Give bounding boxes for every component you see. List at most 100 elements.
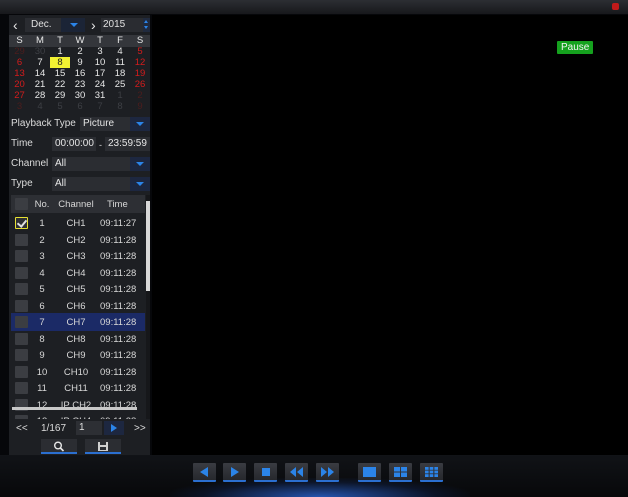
last-page-button[interactable]: >> xyxy=(134,423,146,434)
row-checkbox[interactable] xyxy=(15,250,28,262)
calendar-day-selected[interactable]: 8 xyxy=(50,57,70,68)
calendar-day[interactable]: 6 xyxy=(70,101,90,112)
calendar-day[interactable]: 17 xyxy=(90,68,110,79)
calendar-day[interactable]: 6 xyxy=(9,57,30,68)
playback-type-select[interactable]: Picture xyxy=(80,117,130,131)
calendar-day[interactable]: 28 xyxy=(30,90,50,101)
calendar-day[interactable]: 10 xyxy=(90,57,110,68)
prev-month-button[interactable]: ‹ xyxy=(13,17,18,33)
calendar-day[interactable]: 1 xyxy=(50,46,70,57)
calendar-day[interactable]: 9 xyxy=(70,57,90,68)
calendar-day[interactable]: 12 xyxy=(130,57,150,68)
row-checkbox[interactable] xyxy=(15,299,28,312)
reverse-play-button[interactable] xyxy=(193,463,216,482)
table-row[interactable]: 10 CH10 09:11:28 xyxy=(11,363,145,381)
row-checkbox[interactable] xyxy=(15,283,28,295)
calendar-day[interactable]: 30 xyxy=(70,90,90,101)
save-button[interactable] xyxy=(85,439,121,454)
row-checkbox[interactable] xyxy=(15,332,28,345)
calendar-day[interactable]: 26 xyxy=(130,79,150,90)
select-all-checkbox[interactable] xyxy=(15,198,28,210)
table-row[interactable]: 1 CH1 09:11:27 xyxy=(11,214,145,232)
calendar-day[interactable]: 7 xyxy=(30,57,50,68)
calendar-day[interactable]: 20 xyxy=(9,79,30,90)
scrollbar-thumb[interactable] xyxy=(146,201,150,291)
search-button[interactable] xyxy=(41,439,77,454)
table-row[interactable]: 8 CH8 09:11:28 xyxy=(11,330,145,348)
stop-button[interactable] xyxy=(254,463,277,482)
calendar-day[interactable]: 29 xyxy=(9,46,30,57)
row-checkbox[interactable] xyxy=(15,233,28,246)
calendar-day[interactable]: 5 xyxy=(130,46,150,57)
table-row[interactable]: 13IP CH409:11:28 xyxy=(11,412,145,419)
calendar-day[interactable]: 22 xyxy=(50,79,70,90)
calendar-day[interactable]: 31 xyxy=(90,90,110,101)
table-row[interactable]: 9 CH9 09:11:28 xyxy=(11,346,145,364)
play-button[interactable] xyxy=(223,463,246,482)
calendar-day[interactable]: 8 xyxy=(110,101,130,112)
calendar-day[interactable]: 16 xyxy=(70,68,90,79)
calendar-day[interactable]: 9 xyxy=(130,101,150,112)
table-row[interactable]: 6 CH6 09:11:28 xyxy=(11,297,145,315)
table-row[interactable]: 4 CH4 09:11:28 xyxy=(11,264,145,282)
month-select[interactable]: Dec. xyxy=(25,18,61,32)
time-end-field[interactable]: 23:59:59 xyxy=(105,137,150,151)
calendar-day[interactable]: 4 xyxy=(110,46,130,57)
calendar-day[interactable]: 21 xyxy=(30,79,50,90)
table-row[interactable]: 3 CH3 09:11:28 xyxy=(11,247,145,265)
calendar-day[interactable]: 3 xyxy=(90,46,110,57)
calendar-day[interactable]: 2 xyxy=(70,46,90,57)
calendar-day[interactable]: 25 xyxy=(110,79,130,90)
calendar-day[interactable]: 5 xyxy=(50,101,70,112)
year-field[interactable]: 2015 xyxy=(101,18,143,32)
chevron-down-icon[interactable] xyxy=(61,18,85,32)
year-spinner[interactable] xyxy=(143,18,150,32)
calendar-day[interactable]: 2 xyxy=(130,90,150,101)
calendar-day[interactable]: 27 xyxy=(9,90,30,101)
table-row[interactable]: 2 CH2 09:11:28 xyxy=(11,231,145,249)
next-month-button[interactable]: › xyxy=(91,17,96,33)
close-button[interactable] xyxy=(612,3,619,10)
video-viewport[interactable]: Pause xyxy=(152,15,628,455)
table-row[interactable]: 11 CH11 09:11:28 xyxy=(11,379,145,397)
table-row[interactable]: 5 CH5 09:11:28 xyxy=(11,280,145,298)
calendar-day[interactable]: 1 xyxy=(110,90,130,101)
calendar-day[interactable]: 29 xyxy=(50,90,70,101)
row-checkbox[interactable] xyxy=(15,316,28,328)
time-start-field[interactable]: 00:00:00 xyxy=(52,137,96,151)
channel-select[interactable]: All xyxy=(52,157,130,171)
quad-view-button[interactable] xyxy=(389,463,412,482)
chevron-down-icon[interactable] xyxy=(130,177,150,191)
calendar-day[interactable]: 15 xyxy=(50,68,70,79)
calendar-day[interactable]: 19 xyxy=(130,68,150,79)
calendar-day[interactable]: 30 xyxy=(30,46,50,57)
vertical-scrollbar[interactable] xyxy=(146,195,150,419)
row-checkbox[interactable] xyxy=(15,217,28,229)
go-to-page-button[interactable] xyxy=(104,421,124,435)
calendar-day[interactable]: 23 xyxy=(70,79,90,90)
first-page-button[interactable]: << xyxy=(16,423,28,434)
calendar-day[interactable]: 4 xyxy=(30,101,50,112)
calendar-day[interactable]: 11 xyxy=(110,57,130,68)
horizontal-scrollbar[interactable] xyxy=(12,407,137,410)
nine-view-button[interactable] xyxy=(420,463,443,482)
type-select[interactable]: All xyxy=(52,177,130,191)
rewind-button[interactable] xyxy=(285,463,308,482)
chevron-down-icon[interactable] xyxy=(130,117,150,131)
table-row[interactable]: 12 IP CH2 09:11:28 xyxy=(11,396,145,414)
calendar-day[interactable]: 3 xyxy=(9,101,30,112)
calendar-day[interactable]: 24 xyxy=(90,79,110,90)
row-checkbox[interactable] xyxy=(15,349,28,361)
row-checkbox[interactable] xyxy=(15,365,28,378)
fast-forward-button[interactable] xyxy=(316,463,339,482)
row-checkbox[interactable] xyxy=(15,382,28,394)
table-row[interactable]: 7 CH7 09:11:28 xyxy=(11,313,145,331)
calendar-day[interactable]: 18 xyxy=(110,68,130,79)
calendar-day[interactable]: 14 xyxy=(30,68,50,79)
page-number-input[interactable]: 1 xyxy=(76,421,102,435)
single-view-button[interactable] xyxy=(358,463,381,482)
calendar-day[interactable]: 7 xyxy=(90,101,110,112)
row-checkbox[interactable] xyxy=(15,266,28,279)
chevron-down-icon[interactable] xyxy=(130,157,150,171)
calendar-day[interactable]: 13 xyxy=(9,68,30,79)
